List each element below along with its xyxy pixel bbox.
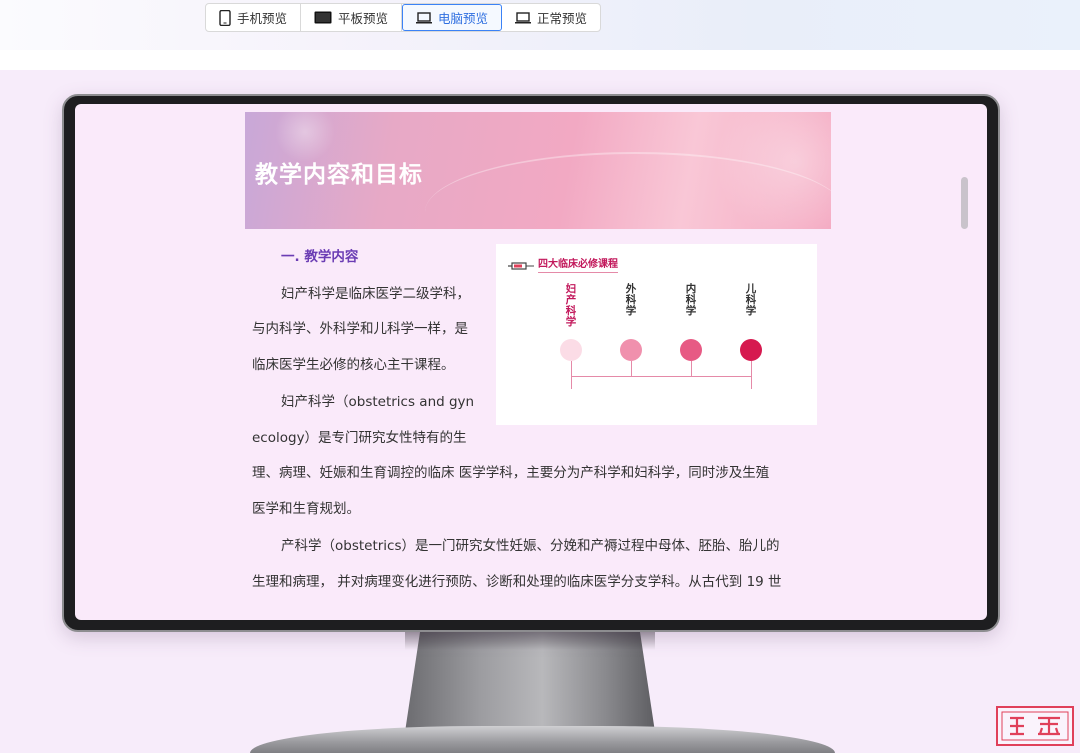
paragraph-line: 妇产科学（obstetrics and gyn [281,394,475,410]
courses-figure: 四大临床必修课程 妇产科学 外科学 内科学 儿科学 [496,244,817,425]
paragraph-line: 理、病理、妊娠和生育调控的临床 医学学科，主要分为产科学和妇科学，同时涉及生殖 [252,465,770,481]
phone-preview-label: 手机预览 [237,11,288,26]
gap-band [0,50,1080,70]
watermark-seal-icon [1001,711,1069,741]
paragraph-line: 临床医学生必修的核心主干课程。 [252,357,455,373]
figure-label: 内科学 [685,283,697,317]
section-heading: 一. 教学内容 [281,249,359,265]
figure-label: 儿科学 [745,283,757,317]
paragraph-line: ecology）是专门研究女性特有的生 [252,430,467,446]
desktop-preview-label: 电脑预览 [438,11,489,26]
figure-label: 妇产科学 [565,283,577,328]
laptop-icon [515,11,532,24]
figure-connector [571,361,572,389]
paragraph-line: 妇产科学是临床医学二级学科， [281,286,470,302]
figure-connector [571,376,752,377]
phone-preview-button[interactable]: 手机预览 [206,4,302,31]
figure-dot [680,339,702,361]
syringe-icon [508,256,534,275]
figure-connector [691,361,692,377]
laptop-icon [416,11,433,24]
document-banner: 教学内容和目标 [245,112,831,229]
watermark-stamp [996,706,1074,746]
screen-scrollbar[interactable] [961,177,968,229]
figure-label: 外科学 [625,283,637,317]
normal-preview-button[interactable]: 正常预览 [502,4,600,31]
paragraph-line: 生理和病理， 并对病理变化进行预防、诊断和处理的临床医学分支学科。从古代到 19… [252,574,782,590]
figure-connector [751,361,752,389]
tablet-icon [314,11,332,24]
tablet-preview-button[interactable]: 平板预览 [301,4,403,31]
phone-icon [219,9,231,26]
normal-preview-label: 正常预览 [537,11,588,26]
desktop-preview-button[interactable]: 电脑预览 [402,4,503,31]
figure-dot [740,339,762,361]
preview-mode-toolbar: 手机预览 平板预览 电脑预览 正常预览 [205,3,602,32]
figure-connector [631,361,632,377]
figure-dot [620,339,642,361]
monitor-stand-shadow [405,632,655,650]
tablet-preview-label: 平板预览 [338,11,389,26]
figure-title: 四大临床必修课程 [538,255,618,273]
paragraph-line: 与内科学、外科学和儿科学一样，是 [252,321,468,337]
paragraph-line: 产科学（obstetrics）是一门研究女性妊娠、分娩和产褥过程中母体、胚胎、胎… [281,538,780,554]
paragraph-line: 医学和生育规划。 [252,501,360,517]
banner-title: 教学内容和目标 [255,162,423,188]
figure-dot [560,339,582,361]
